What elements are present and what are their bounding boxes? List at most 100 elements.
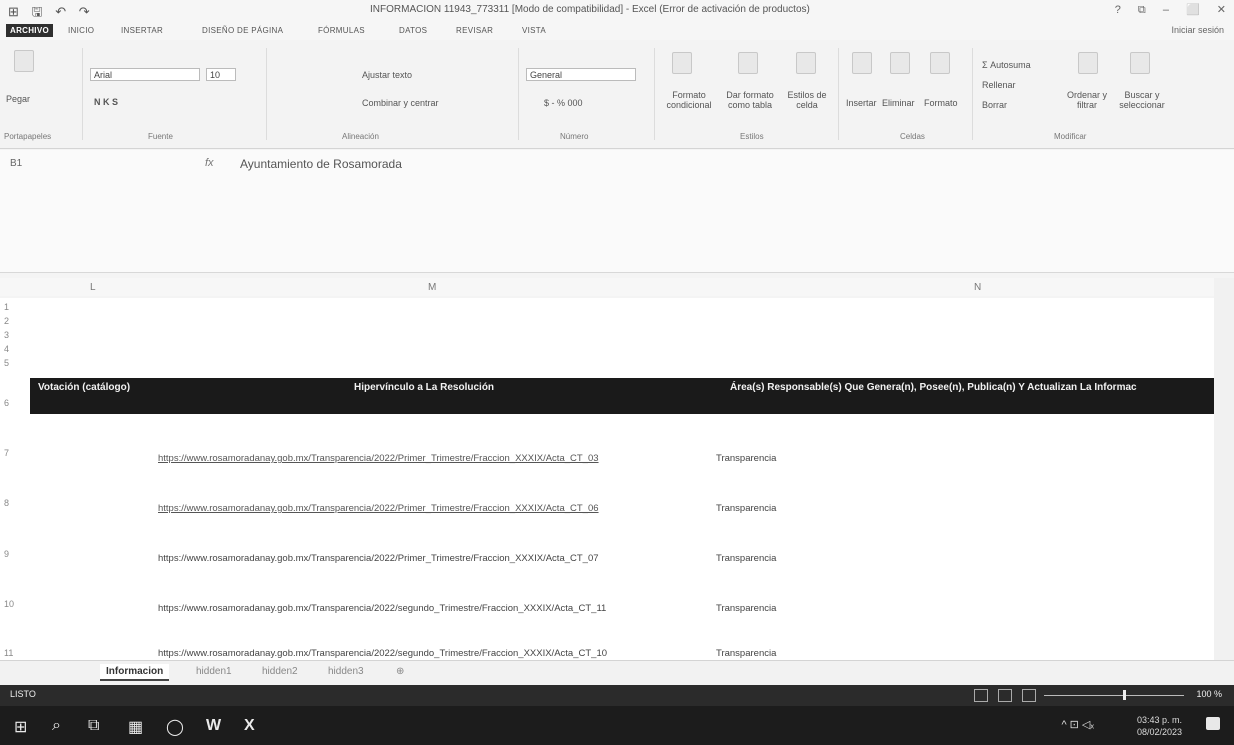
divider [518, 48, 519, 140]
format-button[interactable]: Formato [924, 98, 958, 108]
group-editing: Modificar [1054, 132, 1087, 141]
tab-vista[interactable]: VISTA [522, 26, 546, 35]
paste-button[interactable]: Pegar [6, 94, 30, 104]
window-controls: ? ⧉ – ⬜ ✕ [1101, 3, 1226, 17]
table-row-link[interactable]: https://www.rosamoradanay.gob.mx/Transpa… [158, 453, 599, 464]
formula-input[interactable]: Ayuntamiento de Rosamorada [240, 157, 402, 171]
cell-styles-button[interactable]: Estilos de celda [786, 90, 828, 110]
table-row-link[interactable]: https://www.rosamoradanay.gob.mx/Transpa… [158, 648, 607, 659]
tab-inicio[interactable]: INICIO [68, 26, 94, 35]
tab-datos[interactable]: DATOS [399, 26, 427, 35]
save-icon[interactable]: 🖫 [32, 4, 43, 19]
insert-button[interactable]: Insertar [846, 98, 877, 108]
normal-view-icon[interactable] [974, 689, 988, 702]
table-row-area[interactable]: Transparencia [716, 453, 776, 464]
row-header[interactable]: 9 [4, 549, 22, 559]
cell-styles-icon [796, 52, 816, 74]
sheet-tab-informacion[interactable]: Informacion [100, 664, 170, 681]
page-layout-view-icon[interactable] [998, 689, 1012, 702]
font-name-select[interactable]: Arial [90, 68, 200, 81]
find-select-icon [1130, 52, 1150, 74]
maximize-icon[interactable]: ⬜ [1186, 4, 1200, 16]
page-break-view-icon[interactable] [1022, 689, 1036, 702]
table-row-area[interactable]: Transparencia [716, 648, 776, 659]
column-headers: L M N [0, 278, 1234, 296]
delete-button[interactable]: Eliminar [882, 98, 915, 108]
vertical-scrollbar[interactable] [1214, 278, 1234, 660]
name-box[interactable]: B1 [4, 156, 104, 172]
row-header[interactable]: 5 [4, 358, 22, 368]
zoom-level[interactable]: 100 % [1196, 689, 1222, 699]
system-tray-icons[interactable]: ^ ⊡ ◁ₓ [1061, 718, 1094, 731]
redo-icon[interactable]: ↷ [79, 4, 90, 19]
header-hipervinculo[interactable]: Hipervínculo a La Resolución [354, 382, 494, 393]
sheet-tab-hidden1[interactable]: hidden1 [190, 664, 238, 679]
format-table-button[interactable]: Dar formato como tabla [720, 90, 780, 110]
clear-button[interactable]: Borrar [982, 100, 1007, 110]
bold-italic-underline-buttons[interactable]: N K S [94, 97, 118, 107]
add-sheet-icon[interactable]: ⊕ [390, 664, 410, 679]
search-icon[interactable]: ⌕ [52, 717, 61, 735]
find-select-button[interactable]: Buscar y seleccionar [1112, 90, 1172, 110]
status-bar: LISTO 100 % [0, 685, 1234, 706]
merge-center-button[interactable]: Combinar y centrar [362, 98, 439, 108]
excel-icon[interactable]: X [244, 717, 255, 735]
notification-icon[interactable] [1206, 717, 1220, 730]
row-header[interactable]: 8 [4, 498, 22, 508]
zoom-slider-handle[interactable] [1123, 690, 1126, 700]
close-icon[interactable]: ✕ [1217, 4, 1226, 16]
clock[interactable]: 03:43 p. m. 08/02/2023 [1137, 714, 1182, 738]
tab-diseno-pagina[interactable]: DISEÑO DE PÁGINA [202, 26, 283, 35]
paste-icon[interactable] [14, 50, 34, 72]
table-row-area[interactable]: Transparencia [716, 553, 776, 564]
row-header[interactable]: 1 [4, 302, 22, 312]
word-icon[interactable]: W [206, 717, 221, 735]
conditional-format-button[interactable]: Formato condicional [662, 90, 716, 110]
fx-icon[interactable]: fx [205, 157, 214, 169]
table-row-link[interactable]: https://www.rosamoradanay.gob.mx/Transpa… [158, 503, 599, 514]
zoom-slider[interactable] [1044, 695, 1184, 696]
sheet-tab-hidden3[interactable]: hidden3 [322, 664, 370, 679]
sheet-tab-hidden2[interactable]: hidden2 [256, 664, 304, 679]
taskbar: ⊞ ⌕ ⧉ ▦ ◯ W X ^ ⊡ ◁ₓ 03:43 p. m. 08/02/2… [0, 706, 1234, 745]
sheet-tabs: Informacion hidden1 hidden2 hidden3 ⊕ [0, 660, 1234, 685]
header-votacion[interactable]: Votación (catálogo) [38, 382, 130, 393]
minimize-icon[interactable]: – [1163, 4, 1169, 16]
opera-icon[interactable]: ◯ [166, 717, 184, 737]
worksheet-grid[interactable]: 1 2 3 4 5 6 7 8 9 10 11 Votación (catálo… [0, 298, 1214, 660]
column-header-l[interactable]: L [90, 282, 96, 293]
sort-filter-button[interactable]: Ordenar y filtrar [1062, 90, 1112, 110]
row-header[interactable]: 11 [4, 648, 22, 658]
start-icon[interactable]: ⊞ [14, 717, 27, 737]
font-size-select[interactable]: 10 [206, 68, 236, 81]
header-area-responsable[interactable]: Área(s) Responsable(s) Que Genera(n), Po… [730, 382, 1137, 393]
task-view-icon[interactable]: ⧉ [88, 717, 99, 735]
row-header[interactable]: 2 [4, 316, 22, 326]
file-explorer-icon[interactable]: ▦ [128, 717, 143, 737]
number-format-buttons[interactable]: $ - % 000 [544, 98, 583, 108]
signin-link[interactable]: Iniciar sesión [1171, 25, 1224, 35]
undo-icon[interactable]: ↶ [55, 4, 66, 19]
autosum-button[interactable]: Σ Autosuma [982, 60, 1031, 70]
tab-insertar[interactable]: INSERTAR [121, 26, 163, 35]
column-header-n[interactable]: N [974, 282, 981, 293]
row-header[interactable]: 10 [4, 599, 22, 609]
tab-revisar[interactable]: REVISAR [456, 26, 493, 35]
row-header[interactable]: 4 [4, 344, 22, 354]
ribbon-display-icon[interactable]: ⧉ [1138, 4, 1146, 16]
column-header-m[interactable]: M [428, 282, 436, 293]
table-row-link[interactable]: https://www.rosamoradanay.gob.mx/Transpa… [158, 603, 606, 614]
row-header[interactable]: 7 [4, 448, 22, 458]
table-row-link[interactable]: https://www.rosamoradanay.gob.mx/Transpa… [158, 553, 599, 564]
divider [654, 48, 655, 140]
row-header[interactable]: 3 [4, 330, 22, 340]
wrap-text-button[interactable]: Ajustar texto [362, 70, 412, 80]
table-row-area[interactable]: Transparencia [716, 503, 776, 514]
table-row-area[interactable]: Transparencia [716, 603, 776, 614]
number-format-select[interactable]: General [526, 68, 636, 81]
row-header[interactable]: 6 [4, 398, 22, 408]
tab-formulas[interactable]: FÓRMULAS [318, 26, 365, 35]
fill-button[interactable]: Rellenar [982, 80, 1016, 90]
tab-archivo[interactable]: ARCHIVO [6, 24, 53, 37]
help-icon[interactable]: ? [1115, 4, 1121, 16]
